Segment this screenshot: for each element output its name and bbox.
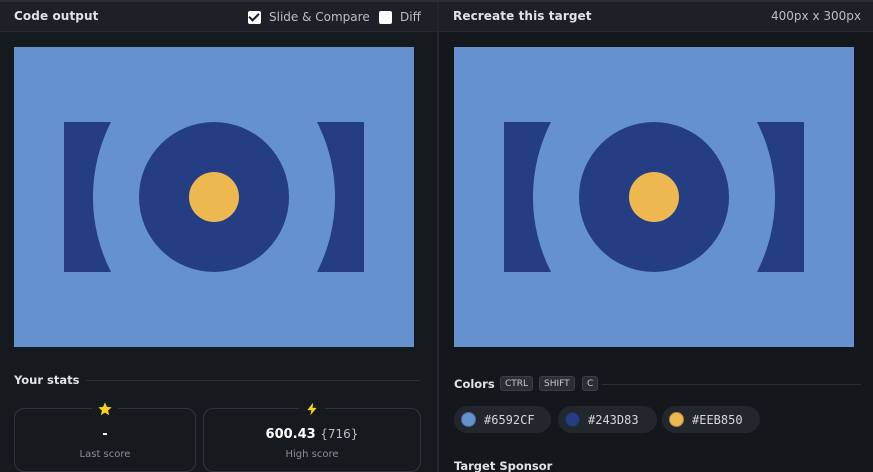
code-output-canvas[interactable] [14, 47, 414, 347]
slide-compare-toggle[interactable]: Slide & Compare [248, 10, 370, 24]
diff-label: Diff [400, 10, 421, 24]
color-dot-2 [565, 412, 580, 427]
last-score-label: Last score [79, 449, 131, 460]
color-swatch-2[interactable]: #243D83 [558, 406, 657, 433]
code-output-title: Code output [14, 9, 99, 23]
target-inner-circle [629, 172, 679, 222]
high-score-value: 600.43 [265, 427, 316, 442]
color-hex-1: #6592CF [484, 412, 535, 427]
color-hex-3: #EEB850 [692, 412, 743, 427]
target-dimensions: 400px x 300px [771, 9, 861, 23]
color-hex-2: #243D83 [588, 412, 639, 427]
code-output-panel: Code output Slide & Compare Diff Your st… [0, 2, 437, 472]
color-dot-1 [461, 412, 476, 427]
output-inner-circle [189, 172, 239, 222]
target-title: Recreate this target [453, 9, 592, 23]
diff-toggle[interactable]: Diff [379, 10, 421, 24]
lightning-icon [299, 399, 325, 419]
target-canvas[interactable] [454, 47, 854, 347]
color-swatch-1[interactable]: #6592CF [454, 406, 551, 433]
stats-title: Your stats [14, 373, 80, 387]
colors-divider [602, 384, 861, 385]
target-panel: Recreate this target 400px x 300px Color… [439, 2, 873, 472]
code-output-header: Code output Slide & Compare Diff [0, 2, 437, 32]
diff-checkbox[interactable] [379, 10, 392, 24]
target-render [454, 47, 854, 347]
high-score-value-row: 600.43 {716} [204, 427, 420, 442]
shortcut-key-ctrl: CTRL [500, 376, 534, 391]
slide-compare-label: Slide & Compare [269, 10, 370, 24]
high-score-detail: {716} [320, 427, 359, 441]
star-icon [92, 399, 118, 419]
output-render [14, 47, 414, 347]
color-dot-3 [669, 412, 684, 427]
shortcut-key-shift: SHIFT [539, 376, 575, 391]
high-score-label: High score [285, 449, 339, 460]
colors-title: Colors [454, 377, 495, 391]
slide-compare-checkbox[interactable] [248, 10, 261, 24]
last-score-value: - [102, 427, 108, 442]
stats-divider [86, 380, 420, 381]
color-swatch-3[interactable]: #EEB850 [662, 406, 760, 433]
target-header: Recreate this target 400px x 300px [439, 2, 873, 32]
shortcut-key-c: C [582, 376, 599, 391]
sponsor-title: Target Sponsor [454, 459, 553, 472]
